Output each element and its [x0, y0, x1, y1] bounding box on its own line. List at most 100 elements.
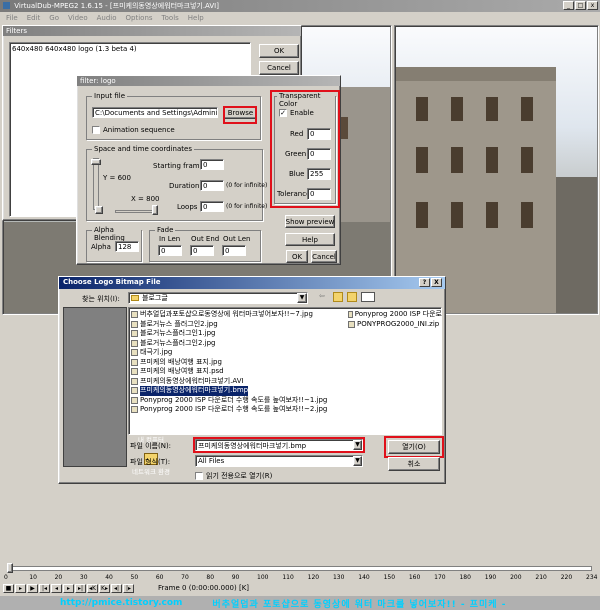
- file-list-item[interactable]: 프미케의 배낭여행 표지.jpg: [131, 358, 346, 368]
- filetype-label: 파일 형식(T):: [130, 458, 171, 466]
- file-list-item[interactable]: 프미케의동영상에워터마크넣기.AVI: [131, 377, 346, 387]
- end-icon[interactable]: ▸|: [75, 583, 86, 593]
- dialog-help-button[interactable]: ?: [419, 278, 430, 287]
- file-name: 프미케의 배낭여행 표지.psd: [140, 367, 224, 375]
- file-list[interactable]: 버추얼덥과포토샵으로동영상에 워터마크넣어보자!!~7.jpg 블로거뉴스 플러그…: [128, 307, 442, 435]
- filter-list-item[interactable]: 640x480 640x480 logo (1.3 beta 4): [12, 45, 248, 53]
- file-icon: [131, 368, 138, 376]
- file-list-item[interactable]: PONYPROG2000_INI.zip: [348, 320, 442, 330]
- animation-sequence-option[interactable]: Animation sequence: [92, 126, 175, 134]
- menu-item-audio[interactable]: Audio: [97, 14, 117, 22]
- file-list-item[interactable]: Ponyprog 2000 ISP 다운로: [348, 310, 442, 320]
- filters-ok-button[interactable]: OK: [259, 44, 299, 58]
- prev-frame-icon[interactable]: ◂: [51, 583, 62, 593]
- menu-item-help[interactable]: Help: [188, 14, 204, 22]
- animation-checkbox[interactable]: [92, 126, 100, 134]
- file-list-item[interactable]: 블로거뉴스플러그인1.jpg: [131, 329, 346, 339]
- menu-item-edit[interactable]: Edit: [27, 14, 41, 22]
- y-slider-track[interactable]: [93, 158, 99, 210]
- file-list-item[interactable]: 버추얼덥과포토샵으로동영상에 워터마크넣어보자!!~7.jpg: [131, 310, 346, 320]
- mark-in-icon[interactable]: ◂|: [111, 583, 122, 593]
- next-key-icon[interactable]: K▸: [99, 583, 110, 593]
- help-button[interactable]: Help: [285, 233, 335, 246]
- file-list-item[interactable]: 프미케의동영상에워터마크넣기.bmp: [131, 386, 346, 396]
- fade-group: Fade In Len Out End Out Len 0 0 0: [149, 226, 261, 262]
- logo-ok-button[interactable]: OK: [286, 250, 308, 263]
- timeline-tick-label: 90: [231, 574, 240, 581]
- alpha-field[interactable]: 128: [115, 241, 139, 252]
- timeline-tick-label: 140: [358, 574, 370, 581]
- x-slider-track[interactable]: [115, 210, 157, 213]
- alpha-blending-group: Alpha Blending Alpha 128: [86, 226, 142, 262]
- duration-field[interactable]: 0: [200, 180, 224, 191]
- out-len-label: Out Len: [223, 235, 251, 243]
- new-folder-icon[interactable]: [347, 292, 357, 302]
- menu-item-file[interactable]: File: [6, 14, 18, 22]
- dialog-close-button[interactable]: X: [431, 278, 442, 287]
- timeline-tick-label: 30: [79, 574, 88, 581]
- out-end-field[interactable]: 0: [190, 245, 214, 256]
- menu-item-video[interactable]: Video: [68, 14, 88, 22]
- timeline-tick-label: 120: [307, 574, 320, 581]
- menu-item-tools[interactable]: Tools: [162, 14, 179, 22]
- file-list-item[interactable]: 블로거뉴스플러그인2.jpg: [131, 339, 346, 349]
- maximize-button[interactable]: □: [575, 1, 586, 10]
- input-file-path[interactable]: C:\Documents and Settings\Administrator\: [92, 107, 218, 118]
- up-folder-icon[interactable]: [333, 292, 343, 302]
- play-output-icon[interactable]: ▶: [27, 583, 38, 593]
- look-in-value: 블로그글: [142, 294, 168, 302]
- back-icon[interactable]: ⇦: [319, 292, 329, 302]
- file-name: 블로거뉴스플러그인1.jpg: [140, 329, 216, 337]
- file-list-item[interactable]: 프미케의 배낭여행 표지.psd: [131, 367, 346, 377]
- prev-key-icon[interactable]: ◂K: [87, 583, 98, 593]
- view-menu-icon[interactable]: [361, 292, 375, 302]
- file-list-item[interactable]: 블로거뉴스 플러그인2.jpg: [131, 320, 346, 330]
- y-slider-thumb[interactable]: [91, 159, 101, 165]
- x-slider-thumb[interactable]: [152, 205, 158, 215]
- play-input-icon[interactable]: ▸: [15, 583, 26, 593]
- file-list-item[interactable]: Ponyprog 2000 ISP 다운로더 수행 속도를 높여보자!!~1.j…: [131, 396, 346, 406]
- menu-item-go[interactable]: Go: [49, 14, 59, 22]
- close-button[interactable]: x: [587, 1, 598, 10]
- app-icon: [3, 2, 10, 9]
- timeline-tick-label: 80: [206, 574, 215, 581]
- choose-file-dialog: Choose Logo Bitmap File ? X 찾는 위치(I): 블로그…: [58, 276, 446, 484]
- stop-icon[interactable]: ■: [3, 583, 14, 593]
- menu-bar: File Edit Go Video Audio Options Tools Help: [0, 12, 600, 24]
- starting-frame-field[interactable]: 0: [200, 159, 224, 170]
- show-preview-button[interactable]: Show preview: [285, 215, 335, 228]
- minimize-button[interactable]: _: [563, 1, 574, 10]
- timeline-tick-label: 180: [459, 574, 471, 581]
- timeline-track[interactable]: [8, 566, 592, 571]
- look-in-dropdown[interactable]: 블로그글 ▼: [128, 292, 308, 304]
- chevron-down-icon[interactable]: ▼: [297, 293, 307, 303]
- timeline-ticks: 0 10 20 30 40 50 60 70 80 90 100 110 120 130 140 150 160…: [0, 574, 600, 583]
- browse-highlight: [223, 106, 257, 124]
- logo-cancel-button[interactable]: Cancel: [311, 250, 337, 263]
- next-frame-icon[interactable]: ▸: [63, 583, 74, 593]
- filetype-dropdown[interactable]: All Files: [195, 455, 363, 467]
- in-len-field[interactable]: 0: [158, 245, 182, 256]
- file-icon: [131, 406, 138, 414]
- places-item-label: 네트워크 환경: [132, 468, 170, 476]
- file-name: 버추얼덥과포토샵으로동영상에 워터마크넣어보자!!~7.jpg: [140, 310, 313, 318]
- file-icon: [348, 320, 355, 328]
- file-list-item[interactable]: 태극기.jpg: [131, 348, 346, 358]
- file-list-item[interactable]: Ponyprog 2000 ISP 다운로더 수행 속도를 높여보자!!~2.j…: [131, 405, 346, 415]
- duration-label: Duration: [169, 182, 200, 190]
- file-cancel-button[interactable]: 취소: [388, 457, 440, 471]
- out-len-field[interactable]: 0: [222, 245, 246, 256]
- filetype-chevron-down-icon[interactable]: ▼: [353, 456, 362, 466]
- start-icon[interactable]: |◂: [39, 583, 50, 593]
- loops-field[interactable]: 0: [200, 201, 224, 212]
- timeline-thumb[interactable]: [7, 563, 13, 573]
- slider-corner: [95, 206, 103, 214]
- mark-out-icon[interactable]: |▸: [123, 583, 134, 593]
- readonly-option[interactable]: 읽기 전용으로 열기(R): [195, 471, 272, 481]
- readonly-checkbox[interactable]: [195, 472, 203, 480]
- timeline-tick-label: 160: [408, 574, 421, 581]
- filters-cancel-button[interactable]: Cancel: [259, 61, 299, 75]
- menu-item-options[interactable]: Options: [126, 14, 153, 22]
- file-icon: [131, 311, 138, 319]
- filename-label: 파일 이름(N):: [130, 442, 172, 450]
